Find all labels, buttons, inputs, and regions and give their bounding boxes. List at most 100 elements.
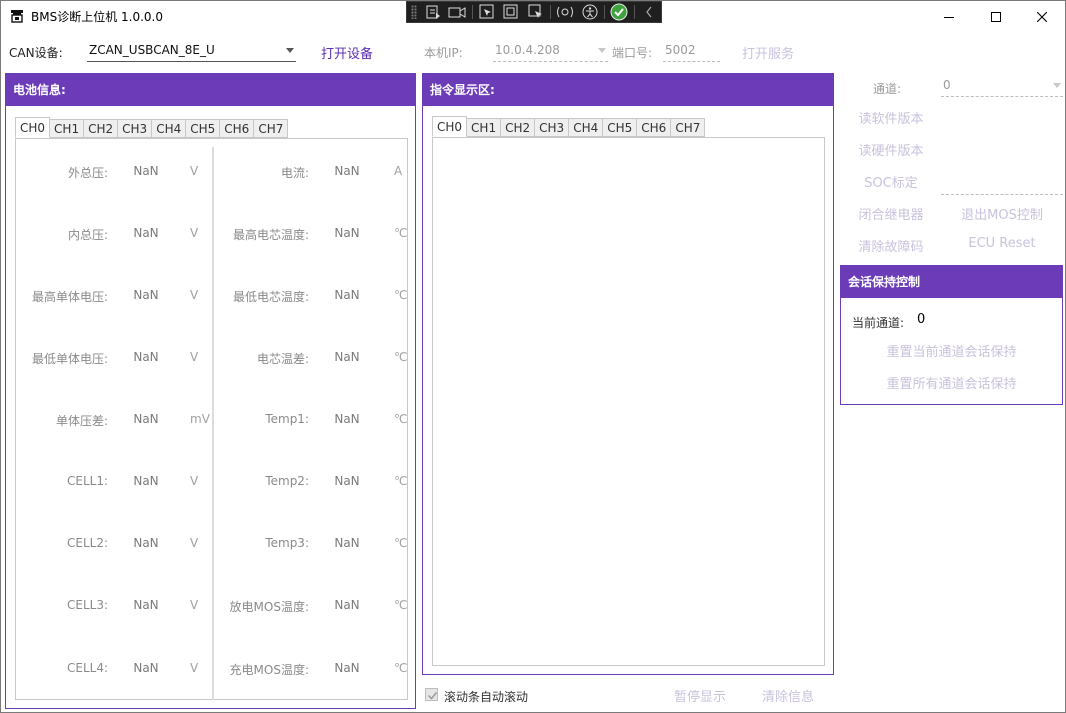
port-value: 5002	[665, 43, 696, 57]
battery-field-label: 充电MOS温度:	[229, 663, 309, 677]
battery-field-value: NaN	[334, 536, 360, 550]
chevron-down-icon	[286, 48, 294, 53]
channel-label: 通道:	[873, 82, 902, 96]
collapse-chevron-icon	[646, 6, 652, 18]
battery-field-value: NaN	[334, 288, 360, 302]
channel-select[interactable]: 0	[941, 75, 1063, 97]
maximize-button[interactable]	[973, 1, 1019, 32]
command-tab-ch0[interactable]: CH0	[432, 116, 468, 137]
command-tab-ch1[interactable]: CH1	[467, 118, 502, 137]
battery-tab-ch6[interactable]: CH6	[220, 119, 255, 138]
battery-field-value: NaN	[334, 164, 360, 178]
local-ip-value: 10.0.4.208	[495, 43, 560, 57]
window-title: BMS诊断上位机 1.0.0.0	[31, 10, 164, 24]
read-hardware-version-button[interactable]: 读硬件版本	[846, 140, 936, 159]
close-icon	[1037, 11, 1047, 22]
port-label: 端口号:	[612, 46, 653, 60]
battery-field-label: Temp1:	[265, 412, 309, 426]
battery-tab-ch2[interactable]: CH2	[84, 119, 119, 138]
autoscroll-label: 滚动条自动滚动	[444, 690, 529, 704]
battery-tab-ch7[interactable]: CH7	[254, 119, 289, 138]
pause-display-button[interactable]: 暂停显示	[674, 686, 726, 705]
clear-info-button[interactable]: 清除信息	[762, 686, 814, 705]
reset-all-sessions-button[interactable]: 重置所有通道会话保持	[841, 373, 1062, 392]
battery-tab-ch0[interactable]: CH0	[15, 117, 51, 138]
toolbar-separator	[471, 5, 473, 19]
can-device-label: CAN设备:	[9, 46, 63, 60]
command-tab-ch6[interactable]: CH6	[637, 118, 672, 137]
read-software-version-button[interactable]: 读软件版本	[846, 108, 936, 127]
toolbar-separator	[633, 5, 635, 19]
reset-current-session-button[interactable]: 重置当前通道会话保持	[841, 341, 1062, 360]
session-keep-header: 会话保持控制	[841, 266, 1062, 298]
select-element-button[interactable]	[475, 2, 500, 22]
select-element-icon	[479, 4, 494, 19]
battery-field-label: 最低电芯温度:	[232, 290, 309, 304]
session-keep-panel: 会话保持控制 当前通道: 0 重置当前通道会话保持 重置所有通道会话保持	[840, 265, 1063, 405]
battery-field-label: 放电MOS温度:	[229, 600, 309, 614]
battery-tab-ch5[interactable]: CH5	[186, 119, 221, 138]
command-tab-ch2[interactable]: CH2	[501, 118, 536, 137]
main-window: BMS诊断上位机 1.0.0.0 CAN设备: ZCAN_USBCAN_8E_U…	[0, 0, 1066, 713]
can-device-select[interactable]: ZCAN_USBCAN_8E_U	[87, 40, 296, 62]
battery-field-unit: ℃	[394, 350, 408, 364]
battery-field-value: NaN	[334, 661, 360, 675]
live-visual-tree-button[interactable]	[421, 2, 446, 22]
current-channel-label: 当前通道:	[852, 316, 905, 330]
soc-value-field[interactable]	[941, 173, 1063, 195]
status-check-button[interactable]	[607, 2, 632, 22]
minimize-button[interactable]	[926, 1, 972, 32]
clear-fault-code-button[interactable]: 清除故障码	[846, 236, 936, 255]
battery-tab-ch3[interactable]: CH3	[118, 119, 153, 138]
battery-field-label: Temp3:	[265, 536, 309, 550]
battery-field-unit: ℃	[394, 661, 408, 675]
soc-calibrate-button[interactable]: SOC标定	[846, 172, 936, 191]
battery-field-unit: ℃	[394, 412, 408, 426]
port-field[interactable]: 5002	[663, 40, 720, 62]
toolbar-separator	[604, 5, 606, 19]
close-button[interactable]	[1019, 1, 1065, 32]
track-focus-button[interactable]	[524, 2, 549, 22]
battery-field-unit: ℃	[394, 288, 408, 302]
exit-mos-control-button[interactable]: 退出MOS控制	[946, 204, 1058, 223]
command-tab-ch5[interactable]: CH5	[603, 118, 638, 137]
battery-info-header: 电池信息:	[6, 74, 415, 106]
binding-failures-icon	[557, 6, 574, 18]
toolbar-separator	[550, 5, 552, 19]
battery-tab-ch1[interactable]: CH1	[50, 119, 85, 138]
chevron-down-icon	[1053, 83, 1061, 88]
toolbar-grip[interactable]	[411, 5, 417, 19]
channel-value: 0	[943, 78, 951, 92]
display-layout-adorners-icon	[503, 4, 518, 19]
display-layout-adorners-button[interactable]	[499, 2, 524, 22]
accessibility-button[interactable]	[578, 2, 603, 22]
battery-tab-ch4[interactable]: CH4	[152, 119, 187, 138]
battery-field-value: NaN	[334, 412, 360, 426]
close-relay-button[interactable]: 闭合继电器	[846, 204, 936, 223]
battery-field-value: NaN	[334, 226, 360, 240]
collapse-toolbar-button[interactable]	[637, 2, 662, 22]
battery-field-label: Temp2:	[265, 474, 309, 488]
record-button[interactable]	[445, 2, 470, 22]
ecu-reset-button[interactable]: ECU Reset	[946, 236, 1058, 251]
local-ip-select[interactable]: 10.0.4.208	[493, 40, 608, 62]
command-tab-ch7[interactable]: CH7	[671, 118, 706, 137]
command-tab-ch4[interactable]: CH4	[569, 118, 604, 137]
battery-info-panel: 电池信息: CH0 CH1 CH2 CH3 CH4 CH5 CH6 CH7 外总…	[5, 73, 416, 709]
command-tab-ch3[interactable]: CH3	[535, 118, 570, 137]
check-status-icon	[610, 3, 628, 21]
command-channel-tabs: CH0 CH1 CH2 CH3 CH4 CH5 CH6 CH7	[432, 116, 706, 137]
open-device-button[interactable]: 打开设备	[321, 43, 373, 62]
battery-field-unit: A	[394, 164, 403, 178]
command-log-area[interactable]	[432, 137, 825, 666]
autoscroll-checkbox[interactable]	[425, 688, 438, 701]
binding-failures-button[interactable]	[553, 2, 578, 22]
app-icon	[11, 10, 23, 23]
battery-field-unit: ℃	[394, 598, 408, 612]
open-service-button[interactable]: 打开服务	[742, 43, 794, 62]
battery-field-value: NaN	[334, 350, 360, 364]
battery-field-label: 电流:	[280, 166, 309, 180]
accessibility-icon	[582, 4, 598, 20]
battery-field-value: NaN	[334, 598, 360, 612]
chevron-down-icon	[598, 48, 606, 53]
